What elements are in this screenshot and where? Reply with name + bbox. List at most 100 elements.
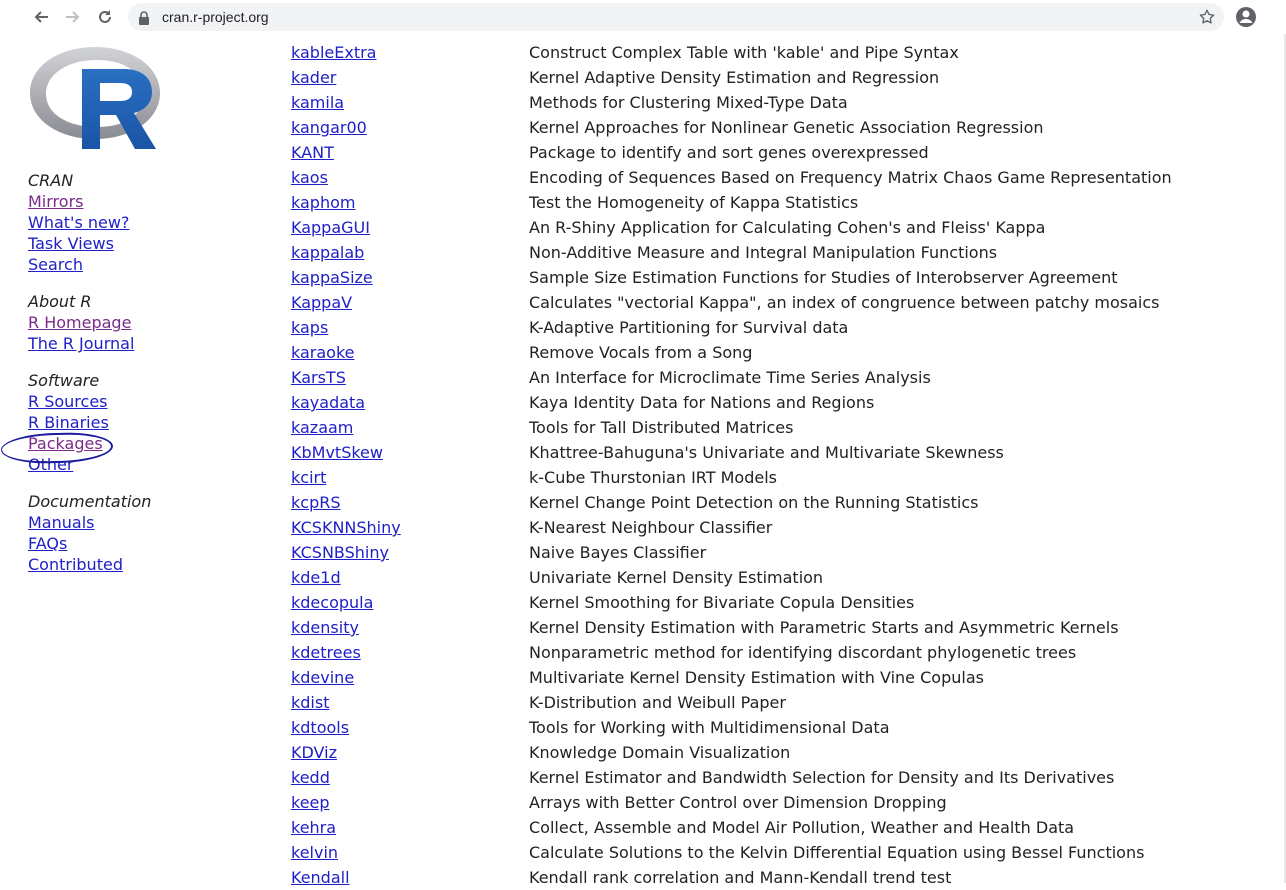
package-row: kazaam Tools for Tall Distributed Matrice… — [291, 415, 1271, 440]
sidebar-heading-documentation: Documentation — [28, 492, 152, 511]
package-description: Calculate Solutions to the Kelvin Differ… — [529, 843, 1145, 862]
sidebar-section-cran: CRAN Mirrors What's new? Task Views Sear… — [28, 170, 129, 275]
package-description: Methods for Clustering Mixed-Type Data — [529, 93, 848, 112]
back-arrow-icon[interactable] — [28, 4, 54, 30]
package-description: Kaya Identity Data for Nations and Regio… — [529, 393, 875, 412]
package-link[interactable]: kdensity — [291, 618, 359, 637]
package-row: kaps K-Adaptive Partitioning for Survival… — [291, 315, 1271, 340]
sidebar-link-r-journal[interactable]: The R Journal — [28, 333, 134, 354]
package-link[interactable]: KCSKNNShiny — [291, 518, 401, 537]
package-description: Sample Size Estimation Functions for Stu… — [529, 268, 1118, 287]
package-link[interactable]: kazaam — [291, 418, 353, 437]
package-description: Construct Complex Table with 'kable' and… — [529, 43, 959, 62]
forward-arrow-icon[interactable] — [60, 4, 86, 30]
package-description: Khattree-Bahuguna's Univariate and Multi… — [529, 443, 1004, 462]
package-description: Kernel Change Point Detection on the Run… — [529, 493, 979, 512]
package-row: kamila Methods for Clustering Mixed-Type … — [291, 90, 1271, 115]
package-description: k-Cube Thurstonian IRT Models — [529, 468, 777, 487]
package-link[interactable]: kamila — [291, 93, 344, 112]
package-description: Multivariate Kernel Density Estimation w… — [529, 668, 984, 687]
profile-avatar-icon[interactable] — [1234, 5, 1258, 33]
package-link[interactable]: Kendall — [291, 868, 350, 887]
package-link[interactable]: KANT — [291, 143, 334, 162]
reload-icon[interactable] — [92, 4, 118, 30]
sidebar-link-r-sources[interactable]: R Sources — [28, 391, 109, 412]
sidebar-heading-cran: CRAN — [28, 171, 74, 190]
package-link[interactable]: kableExtra — [291, 43, 376, 62]
package-link[interactable]: kappalab — [291, 243, 364, 262]
package-description: Naive Bayes Classifier — [529, 543, 707, 562]
package-link[interactable]: kcpRS — [291, 493, 341, 512]
package-link[interactable]: kader — [291, 68, 336, 87]
sidebar-link-manuals[interactable]: Manuals — [28, 512, 151, 533]
sidebar-section-documentation: Documentation Manuals FAQs Contributed — [28, 491, 151, 575]
package-row: karaoke Remove Vocals from a Song — [291, 340, 1271, 365]
package-link[interactable]: kangar00 — [291, 118, 367, 137]
package-row: kdecopula Kernel Smoothing for Bivariate … — [291, 590, 1271, 615]
package-link[interactable]: kdtools — [291, 718, 349, 737]
package-description: Kernel Smoothing for Bivariate Copula De… — [529, 593, 915, 612]
package-link[interactable]: KappaV — [291, 293, 352, 312]
package-description: Collect, Assemble and Model Air Pollutio… — [529, 818, 1075, 837]
package-link[interactable]: kaphom — [291, 193, 355, 212]
package-link[interactable]: kedd — [291, 768, 330, 787]
package-link[interactable]: kcirt — [291, 468, 326, 487]
package-row: kdist K-Distribution and Weibull Paper — [291, 690, 1271, 715]
package-row: kcpRS Kernel Change Point Detection on th… — [291, 490, 1271, 515]
package-link[interactable]: kaos — [291, 168, 328, 187]
package-description: Encoding of Sequences Based on Frequency… — [529, 168, 1172, 187]
package-link[interactable]: kde1d — [291, 568, 341, 587]
sidebar-link-r-binaries[interactable]: R Binaries — [28, 412, 109, 433]
package-link[interactable]: kdetrees — [291, 643, 361, 662]
sidebar-link-search[interactable]: Search — [28, 254, 129, 275]
address-bar[interactable]: cran.r-project.org — [128, 3, 1224, 31]
package-description: Non-Additive Measure and Integral Manipu… — [529, 243, 998, 262]
package-description: K-Distribution and Weibull Paper — [529, 693, 786, 712]
sidebar-link-other[interactable]: Other — [28, 454, 109, 475]
package-row: kappaSize Sample Size Estimation Function… — [291, 265, 1271, 290]
sidebar-link-whats-new[interactable]: What's new? — [28, 212, 129, 233]
sidebar-section-about-r: About R R Homepage The R Journal — [28, 291, 134, 354]
package-link[interactable]: KbMvtSkew — [291, 443, 383, 462]
sidebar-link-faqs[interactable]: FAQs — [28, 533, 151, 554]
package-link[interactable]: kdist — [291, 693, 329, 712]
sidebar-link-mirrors[interactable]: Mirrors — [28, 191, 129, 212]
package-row: keep Arrays with Better Control over Dime… — [291, 790, 1271, 815]
bookmark-star-icon[interactable] — [1198, 8, 1216, 30]
package-row: kaos Encoding of Sequences Based on Frequ… — [291, 165, 1271, 190]
package-link[interactable]: kelvin — [291, 843, 338, 862]
package-link[interactable]: karaoke — [291, 343, 355, 362]
package-row: KappaGUI An R-Shiny Application for Calcu… — [291, 215, 1271, 240]
sidebar-link-r-homepage[interactable]: R Homepage — [28, 312, 134, 333]
package-description: Remove Vocals from a Song — [529, 343, 753, 362]
package-link[interactable]: keep — [291, 793, 330, 812]
package-link[interactable]: KCSNBShiny — [291, 543, 389, 562]
package-link[interactable]: kayadata — [291, 393, 365, 412]
package-link[interactable]: KDViz — [291, 743, 337, 762]
package-row: KCSKNNShiny K-Nearest Neighbour Classifie… — [291, 515, 1271, 540]
package-link[interactable]: kdevine — [291, 668, 354, 687]
package-link[interactable]: kehra — [291, 818, 336, 837]
package-link[interactable]: KappaGUI — [291, 218, 370, 237]
package-description: Kendall rank correlation and Mann-Kendal… — [529, 868, 952, 887]
package-link[interactable]: KarsTS — [291, 368, 346, 387]
package-link[interactable]: kdecopula — [291, 593, 373, 612]
package-row: kelvin Calculate Solutions to the Kelvin … — [291, 840, 1271, 865]
package-row: kangar00 Kernel Approaches for Nonlinear … — [291, 115, 1271, 140]
r-logo[interactable] — [28, 43, 162, 151]
package-description: Nonparametric method for identifying dis… — [529, 643, 1077, 662]
package-row: KappaV Calculates "vectorial Kappa", an i… — [291, 290, 1271, 315]
sidebar-link-packages[interactable]: Packages — [28, 433, 109, 454]
sidebar-link-task-views[interactable]: Task Views — [28, 233, 129, 254]
package-row: KCSNBShiny Naive Bayes Classifier — [291, 540, 1271, 565]
package-row: KANT Package to identify and sort genes o… — [291, 140, 1271, 165]
package-description: Tools for Working with Multidimensional … — [529, 718, 890, 737]
sidebar-link-contributed[interactable]: Contributed — [28, 554, 151, 575]
package-link[interactable]: kaps — [291, 318, 328, 337]
package-description: Package to identify and sort genes overe… — [529, 143, 929, 162]
package-description: Calculates "vectorial Kappa", an index o… — [529, 293, 1160, 312]
package-description: Univariate Kernel Density Estimation — [529, 568, 824, 587]
package-description: Tools for Tall Distributed Matrices — [529, 418, 794, 437]
package-link[interactable]: kappaSize — [291, 268, 373, 287]
sidebar-heading-software: Software — [28, 371, 100, 390]
